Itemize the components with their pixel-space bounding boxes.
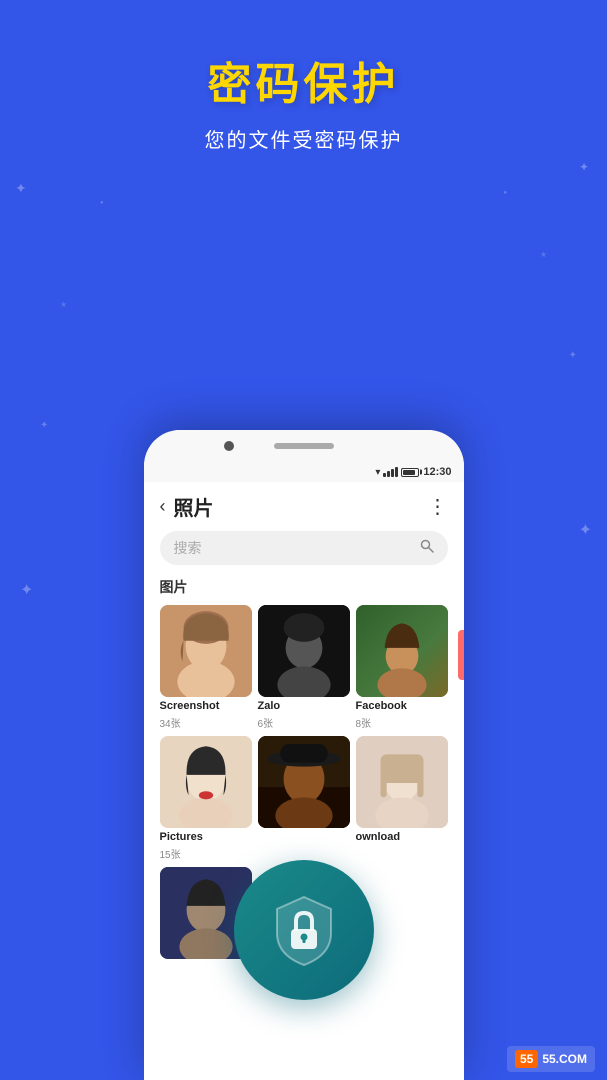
list-item[interactable]: Screenshot 34张 [160, 605, 252, 730]
signal-icon [383, 467, 398, 477]
lock-circle [234, 860, 374, 1000]
phone-top-bar [144, 430, 464, 462]
battery-icon [401, 468, 419, 477]
app-title: 照片 [174, 492, 214, 521]
photo-count: 15张 [160, 846, 252, 861]
photo-name: Facebook [356, 700, 448, 712]
photo-count: 6张 [258, 715, 350, 730]
photo-count: 8张 [356, 715, 448, 730]
phone-mockup: ▾ 12:30 ‹ 照片 ⋮ 搜索 [144, 430, 464, 1080]
photo-name: Pictures [160, 831, 252, 843]
watermark-text: 55.COM [542, 1052, 587, 1066]
status-bar: ▾ 12:30 [144, 462, 464, 482]
watermark-box: 55 [515, 1050, 538, 1068]
phone-camera [224, 441, 234, 451]
sub-title: 您的文件受密码保护 [0, 124, 607, 153]
app-header-left: ‹ 照片 [160, 492, 214, 521]
photo-thumbnail [160, 736, 252, 828]
phone-speaker [274, 443, 334, 449]
watermark: 55 55.COM [507, 1046, 595, 1072]
photo-thumbnail [160, 605, 252, 697]
list-item[interactable]: Zalo 6张 [258, 605, 350, 730]
more-button[interactable]: ⋮ [428, 494, 448, 519]
search-bar[interactable]: 搜索 [160, 531, 448, 565]
photo-thumbnail [356, 605, 448, 697]
status-icons: ▾ [375, 467, 419, 478]
photo-name: ownload [356, 831, 448, 843]
list-item[interactable] [258, 736, 350, 861]
photo-thumbnail [258, 736, 350, 828]
section-label: 图片 [144, 577, 464, 605]
back-button[interactable]: ‹ [160, 496, 166, 517]
search-icon [420, 539, 434, 558]
side-tab [458, 630, 464, 680]
wifi-icon: ▾ [375, 467, 380, 478]
list-item[interactable]: Facebook 8张 [356, 605, 448, 730]
photo-thumbnail [258, 605, 350, 697]
search-placeholder: 搜索 [174, 538, 202, 558]
app-header: ‹ 照片 ⋮ [144, 482, 464, 531]
list-item[interactable]: Pictures 15张 [160, 736, 252, 861]
lock-overlay [234, 860, 374, 1000]
header-area: 密码保护 您的文件受密码保护 [0, 0, 607, 153]
photo-thumbnail [356, 736, 448, 828]
list-item[interactable]: ownload [356, 736, 448, 861]
photo-count: 34张 [160, 715, 252, 730]
photo-name: Screenshot [160, 700, 252, 712]
status-time: 12:30 [423, 466, 451, 478]
main-title: 密码保护 [0, 48, 607, 112]
photo-grid: Screenshot 34张 Zalo 6张 [144, 605, 464, 861]
photo-name: Zalo [258, 700, 350, 712]
